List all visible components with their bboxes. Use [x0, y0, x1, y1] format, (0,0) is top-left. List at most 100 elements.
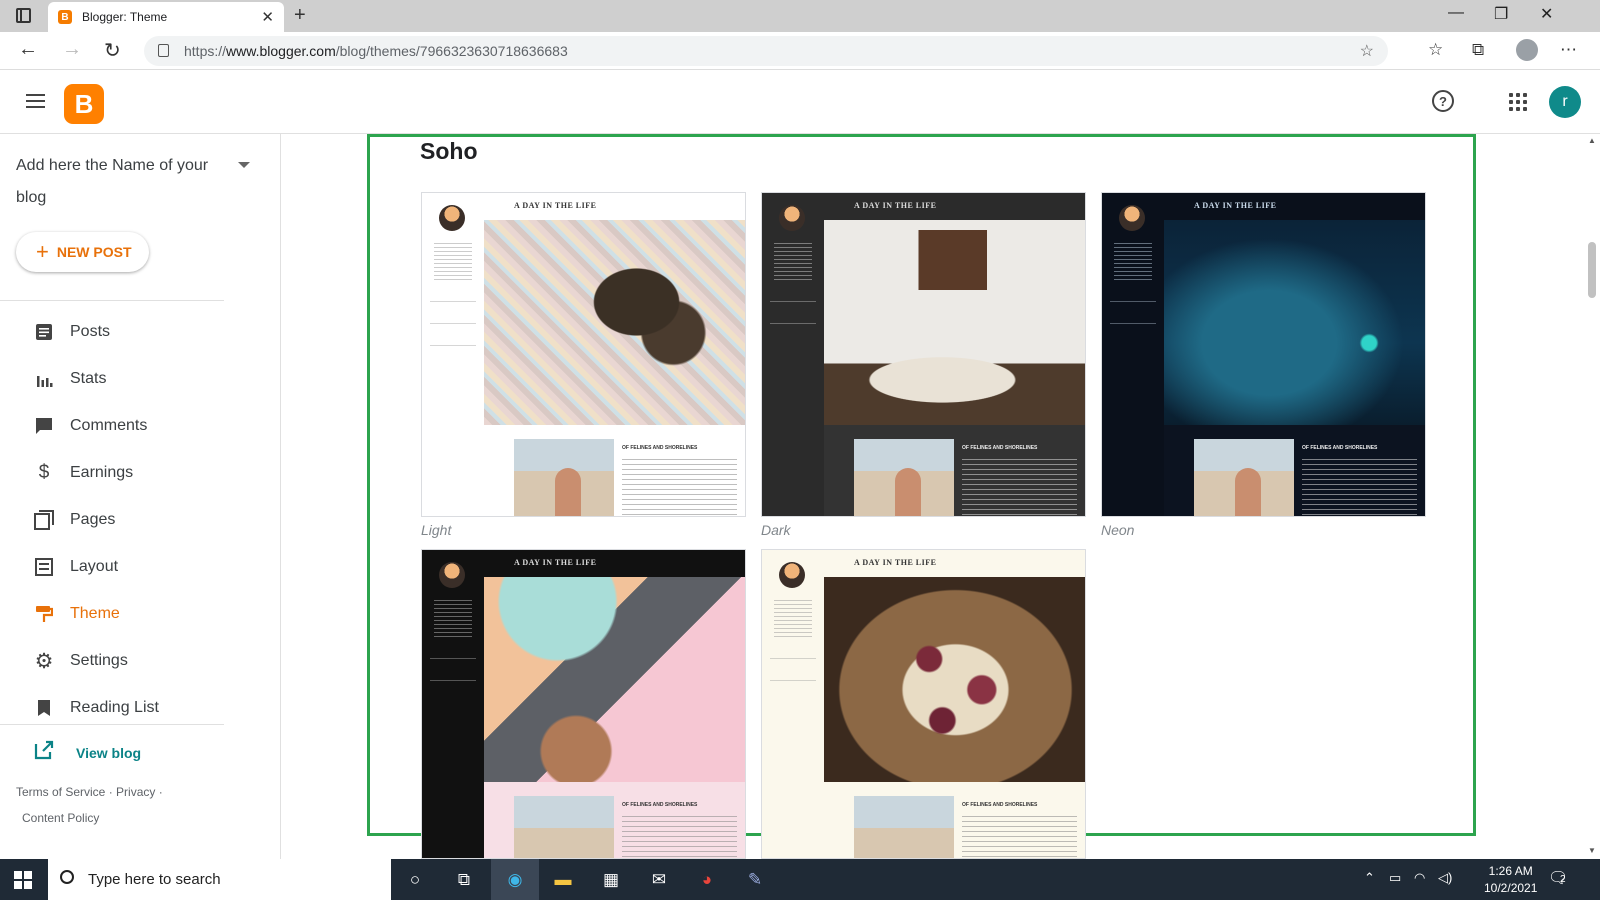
- lock-icon[interactable]: [158, 44, 169, 57]
- blogger-logo[interactable]: B: [64, 84, 104, 124]
- comments-icon: [34, 416, 54, 436]
- taskbar-search-box[interactable]: Type here to search: [48, 859, 391, 900]
- battery-icon[interactable]: ▭: [1389, 870, 1401, 886]
- divider: [1110, 301, 1156, 302]
- divider: [430, 680, 476, 681]
- sidebar-text: [434, 600, 472, 640]
- wifi-icon[interactable]: ◠: [1414, 870, 1425, 886]
- browser-tab-strip: B Blogger: Theme ✕ + — ❐ ✕: [0, 0, 1600, 32]
- restore-icon[interactable]: ❐: [1494, 4, 1508, 24]
- theme-thumb-sidebar: [1102, 193, 1164, 516]
- new-tab-icon[interactable]: +: [294, 4, 306, 27]
- sidebar-item-layout[interactable]: Layout: [0, 545, 270, 589]
- window-close-icon[interactable]: ✕: [1540, 4, 1553, 24]
- chrome-icon[interactable]: ◕: [695, 868, 719, 892]
- theme-card-dark[interactable]: A DAY IN THE LIFE OF FELINES AND SHORELI…: [761, 192, 1086, 517]
- theme-card-cream[interactable]: A DAY IN THE LIFE OF FELINES AND SHORELI…: [761, 549, 1086, 859]
- forward-icon[interactable]: →: [62, 38, 82, 61]
- browser-profile-icon[interactable]: [1516, 39, 1538, 61]
- theme-family-title: Soho: [420, 138, 478, 164]
- sidebar-footer: Terms of Service · Privacy · Content Pol…: [16, 779, 216, 831]
- theme-thumb-post-title: OF FELINES AND SHORELINES: [962, 445, 1038, 451]
- sidebar-item-theme[interactable]: Theme: [0, 592, 270, 636]
- theme-thumb-post-title: OF FELINES AND SHORELINES: [622, 802, 698, 808]
- view-blog-label: View blog: [76, 744, 142, 761]
- paint-icon[interactable]: ✎: [743, 868, 767, 892]
- apps-grid-icon[interactable]: [1509, 93, 1527, 111]
- search-icon: [60, 870, 74, 884]
- mail-icon[interactable]: ✉: [647, 868, 671, 892]
- help-icon[interactable]: ?: [1432, 90, 1454, 112]
- sidebar-item-posts[interactable]: Posts: [0, 310, 270, 354]
- sidebar-item-earnings[interactable]: $ Earnings: [0, 451, 270, 495]
- edge-browser-icon[interactable]: ◉: [503, 868, 527, 892]
- back-icon[interactable]: ←: [18, 38, 38, 61]
- theme-thumb-sidebar: [762, 550, 824, 858]
- sidebar-text: [434, 243, 472, 283]
- view-blog-link[interactable]: View blog: [34, 740, 141, 765]
- taskbar-clock[interactable]: 1:26 AM 10/2/2021: [1484, 863, 1537, 897]
- refresh-icon[interactable]: ↻: [104, 38, 121, 63]
- tab-title: Blogger: Theme: [82, 10, 168, 24]
- theme-thumb-blog-title: A DAY IN THE LIFE: [1164, 193, 1425, 220]
- microsoft-store-icon[interactable]: ▦: [599, 868, 623, 892]
- theme-thumb-sidebar: [762, 193, 824, 516]
- favorites-icon[interactable]: ☆: [1428, 40, 1443, 60]
- minimize-icon[interactable]: —: [1448, 4, 1464, 22]
- privacy-link[interactable]: Privacy: [116, 785, 155, 799]
- sidebar-item-pages[interactable]: Pages: [0, 498, 270, 542]
- scroll-up-icon[interactable]: ▲: [1588, 136, 1596, 145]
- volume-icon[interactable]: ◁): [1438, 870, 1452, 886]
- theme-thumb-sidebar: [422, 193, 484, 516]
- tab-close-icon[interactable]: ✕: [261, 8, 274, 26]
- add-favorite-icon[interactable]: ☆: [1360, 41, 1374, 61]
- hamburger-menu-icon[interactable]: [26, 94, 45, 108]
- page-scrollbar[interactable]: ▲ ▼: [1584, 134, 1600, 859]
- post-excerpt: [962, 816, 1077, 858]
- blog-switcher-caret-icon[interactable]: [238, 162, 250, 168]
- divider: [770, 680, 816, 681]
- footer-separator: ·: [108, 785, 117, 799]
- sidebar-item-stats[interactable]: Stats: [0, 357, 270, 401]
- browser-tab[interactable]: B Blogger: Theme ✕: [48, 2, 284, 32]
- sidebar-item-settings[interactable]: ⚙ Settings: [0, 639, 270, 683]
- blog-name[interactable]: Add here the Name of your blog: [16, 150, 216, 214]
- external-link-icon: [34, 740, 54, 765]
- sidebar-item-label: Earnings: [70, 464, 134, 481]
- collections-icon[interactable]: ⧉: [1472, 40, 1484, 60]
- theme-thumb-blog-title: A DAY IN THE LIFE: [854, 558, 937, 567]
- windows-start-icon[interactable]: [14, 871, 32, 889]
- divider: [770, 323, 816, 324]
- account-avatar[interactable]: r: [1549, 86, 1581, 118]
- theme-card-pink[interactable]: A DAY IN THE LIFE OF FELINES AND SHORELI…: [421, 549, 746, 859]
- content-policy-link[interactable]: Content Policy: [22, 811, 99, 825]
- theme-variant-label: Light: [421, 522, 452, 538]
- scroll-down-icon[interactable]: ▼: [1588, 846, 1596, 855]
- sidebar-item-comments[interactable]: Comments: [0, 404, 270, 448]
- url-prefix: https://: [184, 43, 227, 59]
- task-view-icon[interactable]: ⧉: [452, 868, 476, 892]
- theme-card-light[interactable]: A DAY IN THE LIFE OF FELINES AND SHORELI…: [421, 192, 746, 517]
- show-hidden-icons-icon[interactable]: ⌃: [1364, 870, 1375, 886]
- post-excerpt: [1302, 459, 1417, 516]
- cortana-icon[interactable]: ○: [403, 868, 427, 892]
- layout-icon: [34, 557, 54, 577]
- divider: [770, 658, 816, 659]
- clock-time: 1:26 AM: [1488, 864, 1533, 878]
- file-explorer-icon[interactable]: ▬: [551, 868, 575, 892]
- sidebar-item-label: Comments: [70, 417, 148, 434]
- scrollbar-thumb[interactable]: [1588, 242, 1596, 298]
- theme-variant-label: Neon: [1101, 522, 1135, 538]
- divider: [430, 658, 476, 659]
- new-post-button[interactable]: + NEW POST: [16, 232, 149, 272]
- theme-thumb-post-title: OF FELINES AND SHORELINES: [622, 445, 698, 451]
- more-menu-icon[interactable]: ⋯: [1560, 40, 1577, 60]
- divider: [430, 323, 476, 324]
- theme-card-neon[interactable]: A DAY IN THE LIFE OF FELINES AND SHORELI…: [1101, 192, 1426, 517]
- url-path: /blog/themes/7966323630718636683: [335, 43, 568, 59]
- address-bar[interactable]: https://www.blogger.com/blog/themes/7966…: [144, 36, 1388, 66]
- figs-on-board-image: [824, 577, 1085, 782]
- tab-actions-icon[interactable]: [16, 8, 31, 23]
- terms-link[interactable]: Terms of Service: [16, 785, 105, 799]
- theme-thumb-blog-title: A DAY IN THE LIFE: [484, 550, 745, 577]
